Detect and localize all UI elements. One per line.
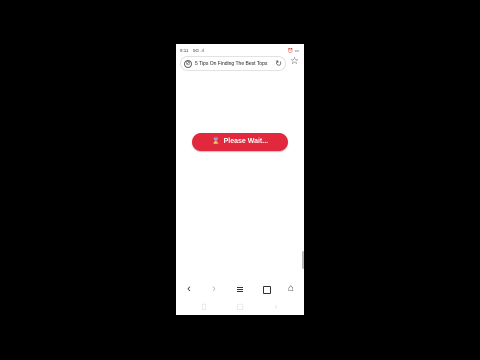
star-icon[interactable]: ☆: [290, 56, 299, 67]
tabs-button[interactable]: [258, 283, 274, 297]
home-system-icon[interactable]: ▢: [235, 302, 245, 312]
forward-button[interactable]: ›: [206, 283, 222, 297]
hourglass-icon: ⌛: [211, 138, 221, 145]
back-system-icon[interactable]: ‹: [271, 302, 281, 312]
reload-icon[interactable]: ↻: [275, 59, 282, 68]
menu-icon: [237, 286, 243, 293]
home-icon: ⌂: [287, 283, 295, 294]
phone-screen: 9:11 5G .ıl ⏰ ▭ ⊘ 5 Tips On Finding The …: [176, 44, 304, 315]
system-nav-bar: ▯ ▢ ‹: [176, 300, 304, 315]
forward-icon: ›: [212, 283, 216, 295]
browser-bottom-nav: ‹ › ⌂: [176, 280, 304, 298]
scrollbar-thumb[interactable]: [302, 251, 304, 269]
menu-button[interactable]: [232, 283, 248, 297]
back-icon: ‹: [187, 283, 191, 295]
status-time: 9:11: [180, 48, 189, 53]
status-bar: 9:11 5G .ıl ⏰ ▭: [176, 44, 304, 56]
recent-apps-icon[interactable]: ▯: [199, 302, 209, 312]
please-wait-label: Please Wait...: [223, 138, 269, 145]
page-title[interactable]: 5 Tips On Finding The Best Tops: [195, 61, 267, 67]
home-button[interactable]: ⌂: [283, 283, 299, 297]
status-icons: ⏰ ▭: [287, 48, 299, 53]
signal-indicator: 5G .ıl: [193, 48, 204, 53]
tabs-icon: [262, 285, 271, 294]
back-button[interactable]: ‹: [181, 283, 197, 297]
please-wait-button[interactable]: ⌛ Please Wait...: [192, 133, 288, 151]
address-bar[interactable]: ⊘ 5 Tips On Finding The Best Tops ↻: [180, 56, 286, 71]
compass-icon[interactable]: ⊘: [184, 59, 192, 68]
